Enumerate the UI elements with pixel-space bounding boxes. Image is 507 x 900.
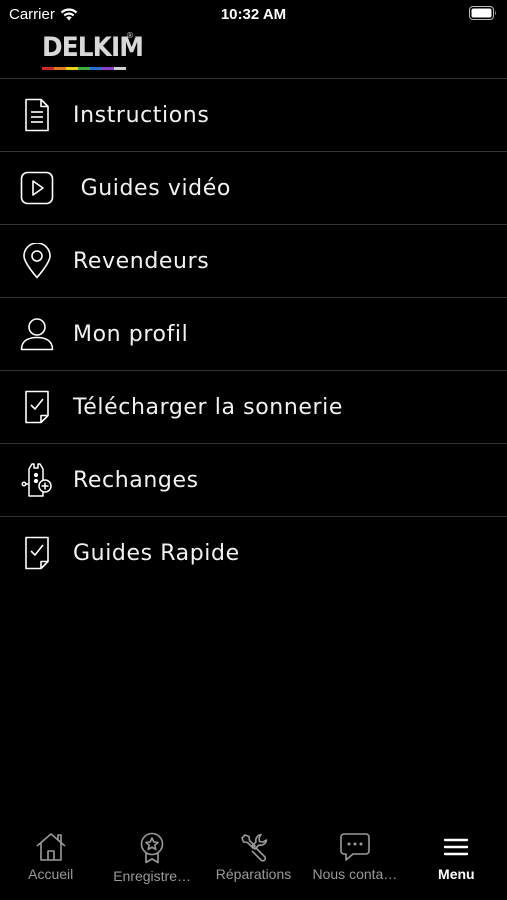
menu-icon [441, 832, 471, 862]
menu-list: Instructions Guides vidéo Revendeurs Mon [0, 78, 507, 589]
battery-icon [469, 6, 497, 20]
location-pin-icon [20, 243, 54, 279]
menu-item-resellers[interactable]: Revendeurs [0, 224, 507, 297]
spare-parts-icon [20, 462, 54, 498]
menu-item-label: Revendeurs [73, 248, 210, 274]
logo-stripe-segment [54, 67, 66, 70]
logo-stripe-segment [42, 67, 54, 70]
tab-menu[interactable]: Menu [406, 820, 507, 900]
status-time: 10:32 AM [220, 6, 287, 23]
tab-bar: Accueil Enregistre… Réparations Nous con… [0, 820, 507, 900]
menu-item-label: Guides vidéo [73, 175, 231, 201]
logo-stripe-segment [114, 67, 126, 70]
play-video-icon [20, 170, 54, 206]
tab-repairs[interactable]: Réparations [203, 820, 304, 900]
tab-label: Menu [438, 866, 475, 882]
home-icon [35, 832, 67, 862]
wrench-icon [239, 832, 269, 862]
checked-document-icon [20, 389, 54, 425]
tab-label: Enregistre… [113, 868, 192, 884]
tab-label: Nous conta… [312, 866, 398, 882]
menu-item-profile[interactable]: Mon profil [0, 297, 507, 370]
award-icon [138, 832, 166, 864]
menu-item-label: Mon profil [73, 321, 189, 347]
logo-registered-mark: ® [126, 31, 134, 40]
menu-item-label: Télécharger la sonnerie [73, 394, 344, 420]
tab-home[interactable]: Accueil [0, 820, 101, 900]
tab-contact[interactable]: Nous conta… [304, 820, 405, 900]
logo-stripe-segment [102, 67, 114, 70]
logo-stripe-segment [78, 67, 90, 70]
checked-document-icon [20, 535, 54, 571]
logo-stripe-segment [90, 67, 102, 70]
tab-label: Réparations [215, 866, 292, 882]
menu-item-label: Instructions [73, 102, 210, 128]
menu-item-label: Guides Rapide [73, 540, 240, 566]
tab-register[interactable]: Enregistre… [101, 820, 202, 900]
tab-label: Accueil [28, 866, 74, 882]
logo-color-stripe [42, 67, 126, 70]
chat-icon [339, 832, 371, 862]
menu-item-quick-guides[interactable]: Guides Rapide [0, 516, 507, 589]
document-icon [20, 97, 54, 133]
logo-text: DELKIM [42, 32, 144, 63]
logo-stripe-segment [66, 67, 78, 70]
status-bar: Carrier 10:32 AM [0, 0, 507, 30]
menu-item-label: Rechanges [73, 467, 199, 493]
delkim-logo: DELKIM ® [42, 31, 144, 74]
menu-item-instructions[interactable]: Instructions [0, 78, 507, 151]
menu-item-download-ringtone[interactable]: Télécharger la sonnerie [0, 370, 507, 443]
menu-item-video-guides[interactable]: Guides vidéo [0, 151, 507, 224]
menu-item-spare-parts[interactable]: Rechanges [0, 443, 507, 516]
user-icon [20, 316, 54, 352]
